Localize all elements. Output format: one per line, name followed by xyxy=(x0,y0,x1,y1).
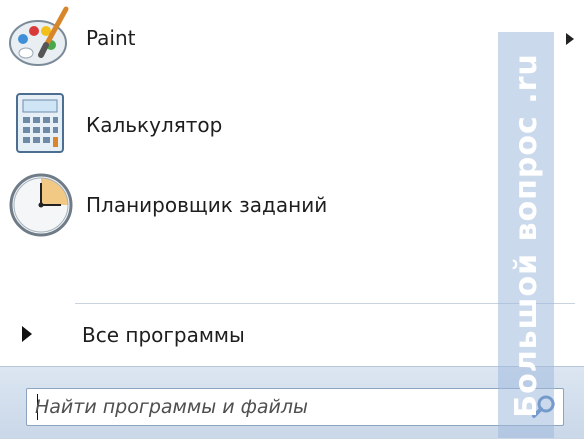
paint-palette-icon xyxy=(9,6,69,66)
program-label-task-scheduler: Планировщик заданий xyxy=(86,193,328,217)
program-item-task-scheduler[interactable]: Планировщик заданий xyxy=(0,170,500,240)
right-triangle-icon xyxy=(22,326,32,342)
search-input[interactable] xyxy=(35,393,515,421)
search-box[interactable] xyxy=(26,388,564,426)
clock-icon xyxy=(9,173,73,237)
start-menu-program-list: Paint Калькулятор Планировщик заданий Вс… xyxy=(0,0,584,366)
search-bar-area xyxy=(0,366,584,439)
program-item-calculator[interactable]: Калькулятор xyxy=(0,90,500,160)
calculator-icon xyxy=(16,93,64,153)
all-programs-label: Все программы xyxy=(82,323,245,347)
program-item-paint[interactable]: Paint xyxy=(0,3,574,73)
program-label-paint: Paint xyxy=(86,26,136,50)
watermark-text: Большой вопрос .ru xyxy=(508,52,544,418)
watermark: Большой вопрос .ru xyxy=(498,32,554,438)
submenu-arrow-icon[interactable] xyxy=(566,33,574,45)
program-label-calculator: Калькулятор xyxy=(86,113,223,137)
all-programs-button[interactable]: Все программы xyxy=(0,312,500,358)
